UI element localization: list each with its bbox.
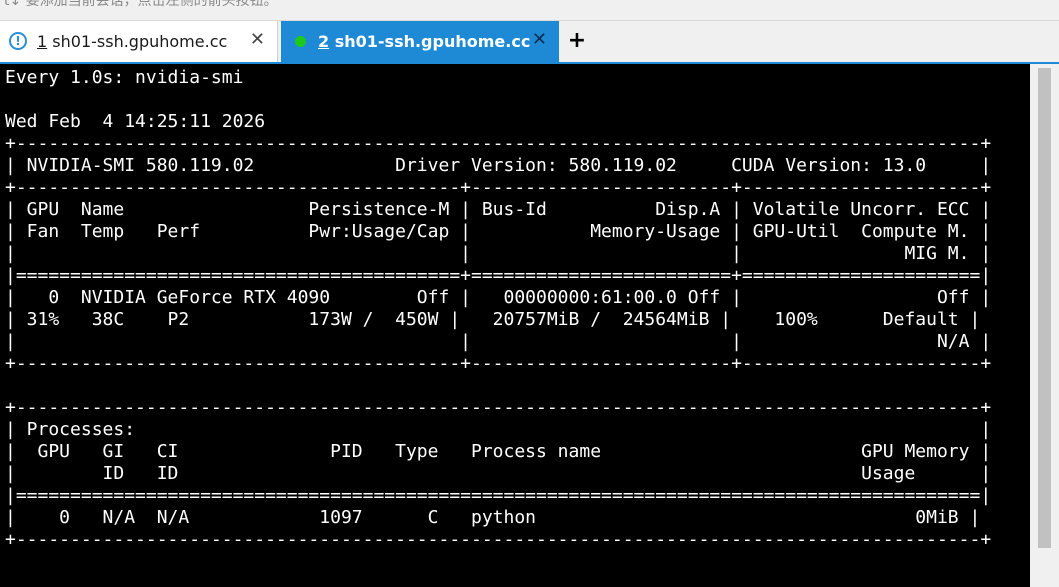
tab-session-1[interactable]: ! 1 sh01-ssh.gpuhome.cc ✕ [0,21,278,62]
tab-session-2-label: 2 sh01-ssh.gpuhome.cc [318,32,530,51]
terminal-line: | GPU Name Persistence-M | Bus-Id Disp.A… [5,199,992,220]
terminal-line: | NVIDIA-SMI 580.119.02 Driver Version: … [5,155,992,176]
terminal-line: Wed Feb 4 14:25:11 2026 [5,111,266,132]
close-icon[interactable]: ✕ [532,30,547,50]
terminal-scrollbar[interactable] [1030,64,1059,587]
terminal-line: | 31% 38C P2 173W / 450W | 20757MiB / 24… [5,309,981,330]
terminal-line: | Fan Temp Perf Pwr:Usage/Cap | Memory-U… [5,221,992,242]
terminal-line: | 0 N/A N/A 1097 C python 0MiB | [5,507,981,528]
terminal-line: +---------------------------------------… [5,353,992,374]
terminal-line: Every 1.0s: nvidia-smi [5,67,244,88]
terminal-line: |=======================================… [5,265,992,286]
terminal-screen: Every 1.0s: nvidia-smi Wed Feb 4 14:25:11… [5,67,991,551]
terminal-line: +---------------------------------------… [5,397,992,418]
terminal-line: +---------------------------------------… [5,529,992,550]
tab-session-1-number: 1 [37,32,48,51]
terminal-line: +---------------------------------------… [5,177,992,198]
top-hint-text: t↓ 要添加当前会话，点击左侧的箭头按钮。 [4,0,278,9]
tab-session-1-title: sh01-ssh.gpuhome.cc [52,32,228,51]
tab-session-2[interactable]: 2 sh01-ssh.gpuhome.cc ✕ [281,21,559,62]
session-tab-bar: ! 1 sh01-ssh.gpuhome.cc ✕ 2 sh01-ssh.gpu… [0,21,1059,62]
close-icon[interactable]: ✕ [250,30,265,50]
terminal-line: | Processes: | [5,419,992,440]
top-hint-bar: t↓ 要添加当前会话，点击左侧的箭头按钮。 [0,0,1059,21]
connected-status-icon [295,36,306,47]
terminal-line: | 0 NVIDIA GeForce RTX 4090 Off | 000000… [5,287,992,308]
tab-session-2-title: sh01-ssh.gpuhome.cc [334,32,531,51]
terminal-line: | | | MIG M. | [5,243,992,264]
terminal-line: +---------------------------------------… [5,133,992,154]
terminal-line: |=======================================… [5,485,992,506]
terminal-line: | | | N/A | [5,331,992,352]
terminal-line: | GPU GI CI PID Type Process name GPU Me… [5,441,992,462]
terminal-output[interactable]: Every 1.0s: nvidia-smi Wed Feb 4 14:25:11… [0,64,1030,587]
terminal-line: | ID ID Usage | [5,463,992,484]
new-tab-button[interactable]: + [566,29,588,53]
warning-icon: ! [9,32,27,50]
scrollbar-thumb[interactable] [1038,68,1051,548]
tab-session-1-label: 1 sh01-ssh.gpuhome.cc [37,32,227,51]
tab-session-2-number: 2 [318,32,330,51]
